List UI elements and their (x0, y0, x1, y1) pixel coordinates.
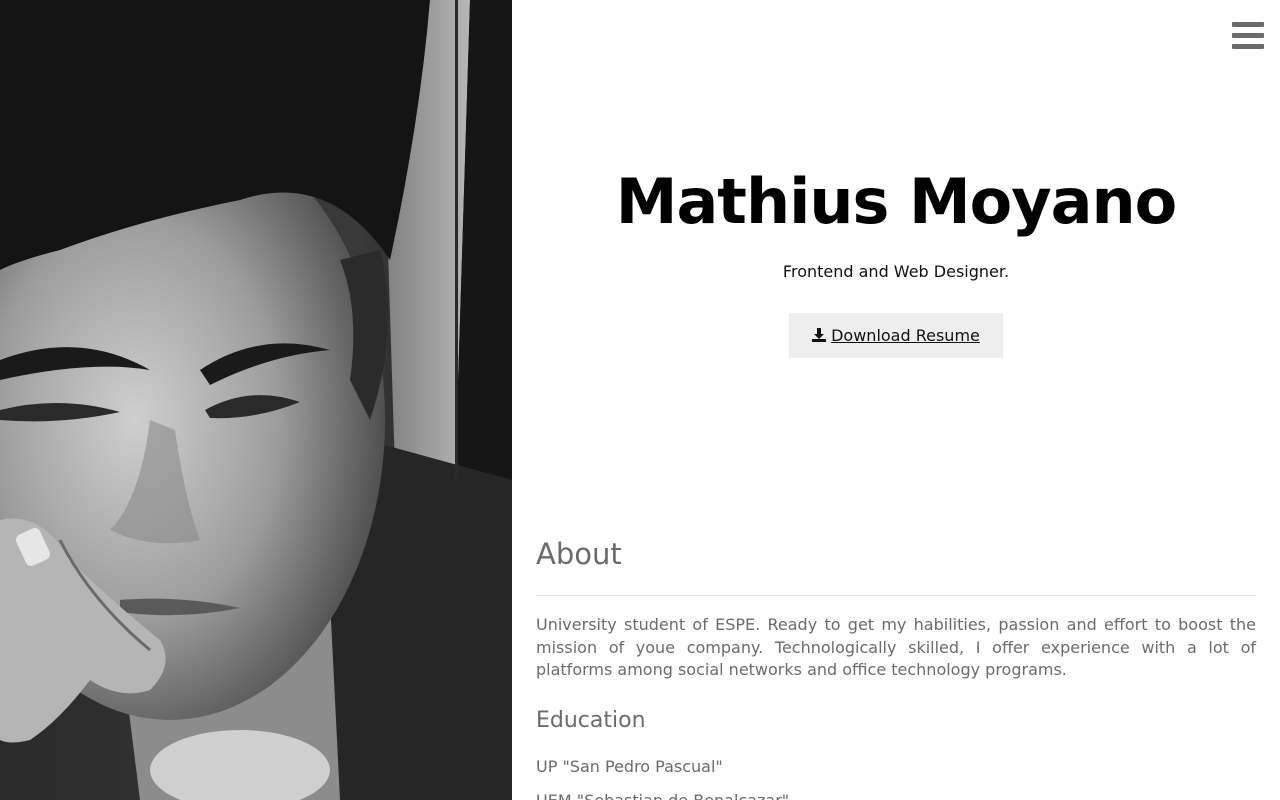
profile-photo (0, 0, 512, 800)
hero-section: Mathius Moyano Frontend and Web Designer… (512, 160, 1280, 358)
profile-name: Mathius Moyano (615, 165, 1177, 238)
download-icon (812, 328, 827, 342)
education-heading: Education (536, 707, 646, 733)
section-divider (536, 595, 1256, 596)
menu-bar (1232, 44, 1264, 49)
portrait-image (0, 0, 512, 800)
education-item: UEM "Sebastian de Benalcazar" (536, 790, 790, 800)
about-section: About University student of ESPE. Ready … (536, 530, 1256, 800)
menu-bar (1232, 33, 1264, 38)
content-panel: Mathius Moyano Frontend and Web Designer… (512, 0, 1280, 800)
profile-tagline: Frontend and Web Designer. (782, 262, 1010, 281)
about-text: University student of ESPE. Ready to get… (536, 615, 1256, 679)
about-heading: About (536, 537, 622, 571)
menu-bar (1232, 22, 1264, 27)
download-resume-button[interactable]: Download Resume (789, 313, 1003, 358)
education-list: UP "San Pedro Pascual" UEM "Sebastian de… (536, 750, 1256, 800)
hamburger-menu-icon[interactable] (1232, 22, 1264, 50)
download-resume-label: Download Resume (831, 326, 980, 345)
education-item: UP "San Pedro Pascual" (536, 756, 723, 776)
